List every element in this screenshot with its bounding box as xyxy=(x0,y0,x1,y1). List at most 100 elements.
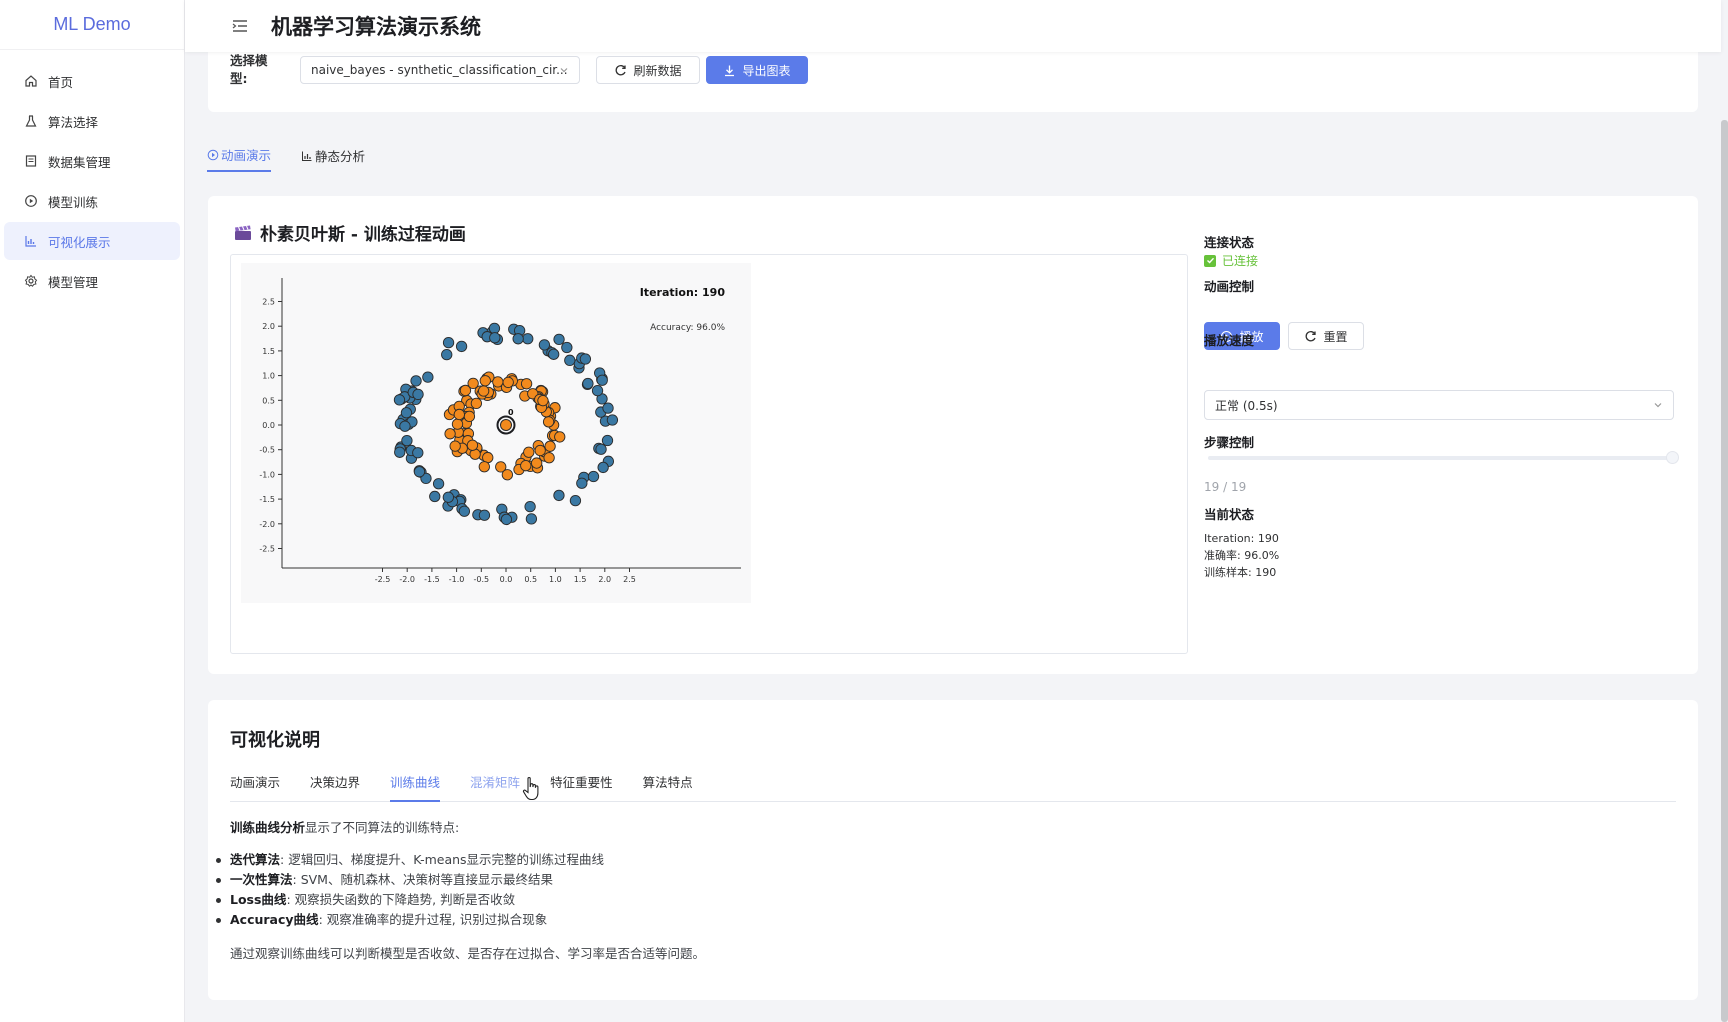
page-scrollbar[interactable] xyxy=(1721,0,1728,1022)
y-tick-label: 2.5 xyxy=(262,298,275,307)
speed-select-value: 正常 (0.5s) xyxy=(1215,398,1278,413)
outer-class-point xyxy=(432,478,445,490)
outer-class-point xyxy=(564,354,576,366)
sidebar-item-visualization[interactable]: 可视化展示 xyxy=(4,222,180,260)
model-select[interactable]: naive_bayes - synthetic_classification_c… xyxy=(300,56,580,84)
sidebar-item-algorithm[interactable]: 算法选择 xyxy=(4,102,180,140)
outer-class-point xyxy=(587,470,600,483)
speed-label-text: 播放速度 xyxy=(1204,333,1255,348)
outer-class-point xyxy=(413,466,426,478)
outer-class-point xyxy=(538,339,551,351)
connection-status-label: 连接状态 xyxy=(1204,232,1254,251)
outer-class-point xyxy=(393,394,406,406)
desc-tab-decision-boundary[interactable]: 决策边界 xyxy=(310,770,360,802)
bullet-bold: Loss曲线 xyxy=(230,892,287,907)
model-select-label: 选择模型: xyxy=(230,53,268,86)
inner-class-point xyxy=(501,469,514,481)
reset-button[interactable]: 重置 xyxy=(1288,322,1364,350)
hand-cursor-icon xyxy=(522,776,539,801)
tab-static-analysis[interactable]: 静态分析 xyxy=(301,145,365,172)
description-tabs: 动画演示 决策边界 训练曲线 混淆矩阵 特征重要性 算法特点 xyxy=(230,770,1676,802)
view-tabs: 动画演示 静态分析 xyxy=(207,145,365,172)
outer-class-point xyxy=(512,333,524,345)
inner-class-point xyxy=(477,385,490,397)
bullet-bold: 迭代算法 xyxy=(230,852,281,867)
outer-class-point xyxy=(606,414,619,426)
inner-class-point xyxy=(531,457,543,469)
inner-class-point xyxy=(478,461,490,473)
sidebar-item-training[interactable]: 模型训练 xyxy=(4,182,180,220)
outer-class-point xyxy=(458,505,471,517)
x-tick-label: -1.5 xyxy=(424,575,440,584)
bullet-text: : SVM、随机森林、决策树等直接显示最终结果 xyxy=(292,872,553,887)
step-slider-track[interactable] xyxy=(1208,456,1670,460)
chart-icon xyxy=(25,236,36,247)
plot-background xyxy=(241,263,751,603)
desc-tab-algorithm-features[interactable]: 算法特点 xyxy=(643,770,693,802)
gear-icon xyxy=(24,274,38,287)
y-tick-label: 0.5 xyxy=(262,396,275,405)
inner-class-point xyxy=(467,377,479,390)
current-state-label: 当前状态 xyxy=(1204,504,1254,523)
desc-tab-animation[interactable]: 动画演示 xyxy=(230,770,280,802)
y-tick-label: -2.0 xyxy=(259,520,275,529)
outer-class-point xyxy=(553,333,565,346)
outer-class-point xyxy=(561,341,573,354)
outer-class-point xyxy=(595,443,607,455)
sidebar-item-home[interactable]: 首页 xyxy=(4,62,180,100)
description-body: 训练曲线分析显示了不同算法的训练特点: 迭代算法: 逻辑回归、梯度提升、K-me… xyxy=(216,818,1530,964)
inner-class-point xyxy=(479,375,491,387)
sidebar-item-dataset[interactable]: 数据集管理 xyxy=(4,142,180,180)
outer-class-point xyxy=(478,509,491,521)
inner-class-point xyxy=(523,446,535,458)
reset-label: 重置 xyxy=(1323,329,1348,344)
scrollbar-thumb[interactable] xyxy=(1721,120,1728,1022)
chevron-down-icon xyxy=(560,68,568,73)
refresh-icon xyxy=(1306,330,1317,341)
step-control-label: 步骤控制 xyxy=(1204,432,1254,451)
menu-toggle-button[interactable] xyxy=(225,11,255,41)
step-label-text: 步骤控制 xyxy=(1204,435,1255,450)
scatter-plot[interactable]: -2.5 -2.0 -1.5 -1.0 -0.5 0.0 0.5 1.0 1.5 2.0 2.5 -2… xyxy=(241,263,751,603)
x-tick-label: -2.5 xyxy=(375,575,391,584)
tab-animation[interactable]: 动画演示 xyxy=(207,145,272,172)
x-tick-label: 2.5 xyxy=(623,575,636,584)
current-point xyxy=(500,419,512,431)
list-item: Accuracy曲线: 观察准确率的提升过程, 识别过拟合现象 xyxy=(216,910,1530,930)
list-item: 一次性算法: SVM、随机森林、决策树等直接显示最终结果 xyxy=(216,870,1530,890)
y-tick-label: -1.0 xyxy=(259,470,275,479)
app-logo[interactable]: ML Demo xyxy=(0,0,184,50)
database-icon xyxy=(25,155,37,167)
inner-class-point xyxy=(520,460,532,472)
control-label-text: 动画控制 xyxy=(1204,279,1255,294)
inner-class-point xyxy=(444,428,456,440)
desc-tab-training-curve[interactable]: 训练曲线 xyxy=(390,770,441,802)
inner-class-point xyxy=(537,395,549,407)
export-chart-button[interactable]: 导出图表 xyxy=(706,56,808,84)
outer-class-point xyxy=(522,333,534,345)
page-title: 机器学习算法演示系统 xyxy=(271,15,481,39)
y-tick-label: 1.0 xyxy=(262,372,275,381)
step-slider-handle[interactable] xyxy=(1666,451,1679,464)
connection-label-text: 连接状态 xyxy=(1204,235,1255,250)
connection-value: 已连接 xyxy=(1222,254,1259,268)
refresh-data-button[interactable]: 刷新数据 xyxy=(596,56,700,84)
y-tick-label: 2.0 xyxy=(262,322,275,331)
sidebar-item-model-management[interactable]: 模型管理 xyxy=(4,262,180,300)
outer-class-point xyxy=(548,348,560,360)
y-tick-label: -1.5 xyxy=(259,495,275,504)
inner-class-point xyxy=(543,452,555,464)
speed-select[interactable]: 正常 (0.5s) xyxy=(1204,390,1674,420)
intro-bold: 训练曲线分析 xyxy=(230,820,306,835)
desc-tab-confusion-matrix[interactable]: 混淆矩阵 xyxy=(470,770,520,802)
x-tick-label: 0.0 xyxy=(500,575,513,584)
y-tick-label: 1.5 xyxy=(262,347,275,356)
sidebar-item-label: 模型训练 xyxy=(48,194,99,210)
inner-class-point xyxy=(453,408,465,421)
outer-class-point xyxy=(399,420,411,432)
outer-class-point xyxy=(500,513,513,526)
animation-title-text: 朴素贝叶斯 - 训练过程动画 xyxy=(260,225,466,245)
sidebar: ML Demo 首页 算法选择 数据集管理 模型训练 可视化展示 模型管理 xyxy=(0,0,185,1022)
desc-tab-feature-importance[interactable]: 特征重要性 xyxy=(550,770,613,802)
chevron-down-icon xyxy=(1654,403,1662,408)
